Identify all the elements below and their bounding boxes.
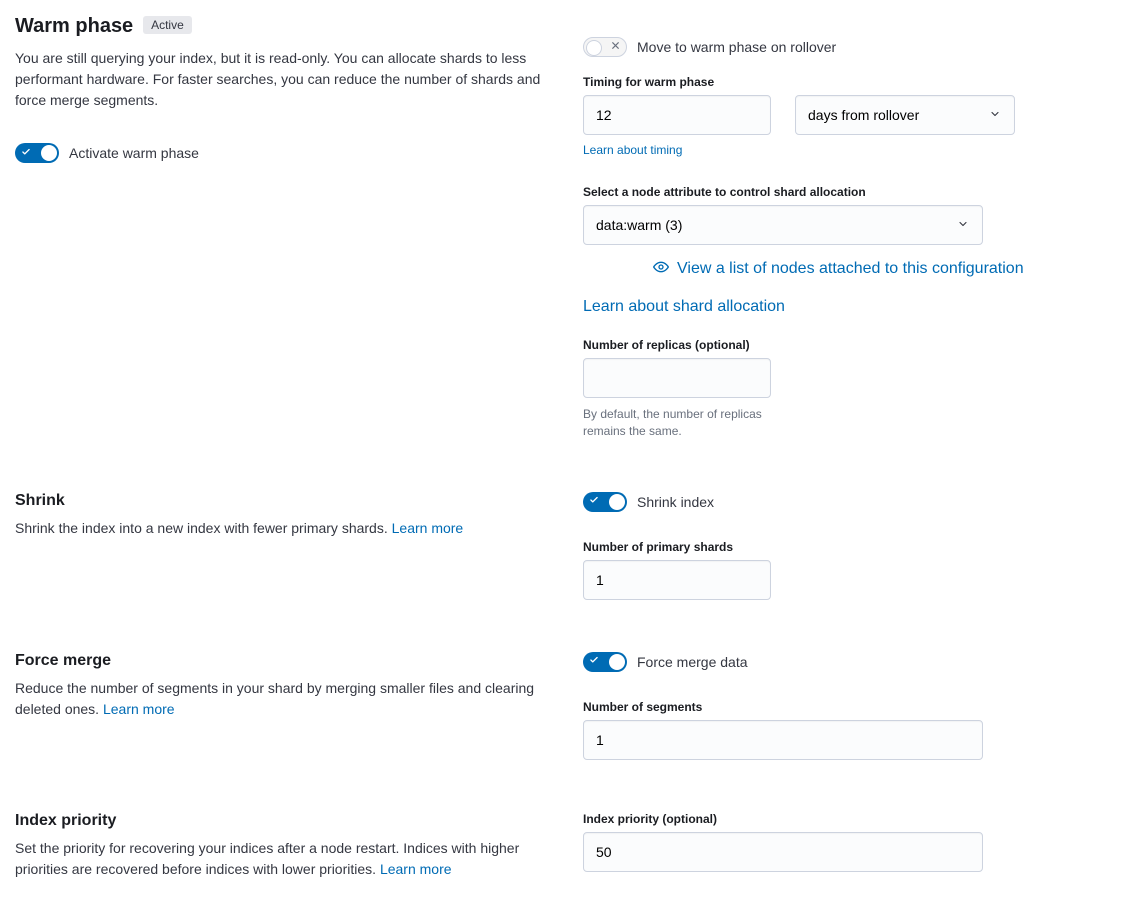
shrink-title: Shrink — [15, 492, 559, 510]
force-merge-description: Reduce the number of segments in your sh… — [15, 680, 534, 717]
index-priority-input[interactable] — [583, 832, 983, 872]
shrink-index-label: Shrink index — [637, 494, 714, 510]
move-rollover-toggle[interactable] — [583, 37, 627, 57]
force-merge-label: Force merge data — [637, 654, 748, 670]
primary-shards-label: Number of primary shards — [583, 540, 1127, 554]
activate-warm-phase-label: Activate warm phase — [69, 145, 199, 161]
segments-input[interactable] — [583, 720, 983, 760]
eye-icon — [653, 259, 669, 278]
index-priority-title: Index priority — [15, 812, 559, 830]
check-icon — [589, 495, 599, 508]
replicas-input[interactable] — [583, 358, 771, 398]
check-icon — [589, 655, 599, 668]
timing-label: Timing for warm phase — [583, 75, 1127, 89]
timing-unit-select[interactable]: days from rollover — [795, 95, 1015, 135]
segments-label: Number of segments — [583, 700, 1127, 714]
timing-input[interactable] — [583, 95, 771, 135]
phase-description: You are still querying your index, but i… — [15, 48, 559, 111]
move-rollover-label: Move to warm phase on rollover — [637, 39, 836, 55]
shrink-description: Shrink the index into a new index with f… — [15, 520, 392, 536]
learn-shard-allocation-link[interactable]: Learn about shard allocation — [583, 298, 785, 315]
x-icon — [611, 41, 620, 53]
index-priority-label: Index priority (optional) — [583, 812, 1127, 826]
learn-timing-link[interactable]: Learn about timing — [583, 143, 682, 157]
status-badge: Active — [143, 16, 192, 34]
primary-shards-input[interactable] — [583, 560, 771, 600]
node-attr-label: Select a node attribute to control shard… — [583, 185, 1127, 199]
shrink-index-toggle[interactable] — [583, 492, 627, 512]
force-merge-toggle[interactable] — [583, 652, 627, 672]
check-icon — [21, 147, 31, 160]
node-attr-select[interactable]: data:warm (3) — [583, 205, 983, 245]
force-merge-learn-more-link[interactable]: Learn more — [103, 701, 175, 717]
activate-warm-phase-toggle[interactable] — [15, 143, 59, 163]
shrink-learn-more-link[interactable]: Learn more — [392, 520, 464, 536]
replicas-help: By default, the number of replicas remai… — [583, 406, 771, 440]
replicas-label: Number of replicas (optional) — [583, 338, 1127, 352]
page-title: Warm phase — [15, 15, 133, 38]
view-nodes-link[interactable]: View a list of nodes attached to this co… — [677, 260, 1024, 278]
index-priority-learn-more-link[interactable]: Learn more — [380, 861, 452, 877]
force-merge-title: Force merge — [15, 652, 559, 670]
